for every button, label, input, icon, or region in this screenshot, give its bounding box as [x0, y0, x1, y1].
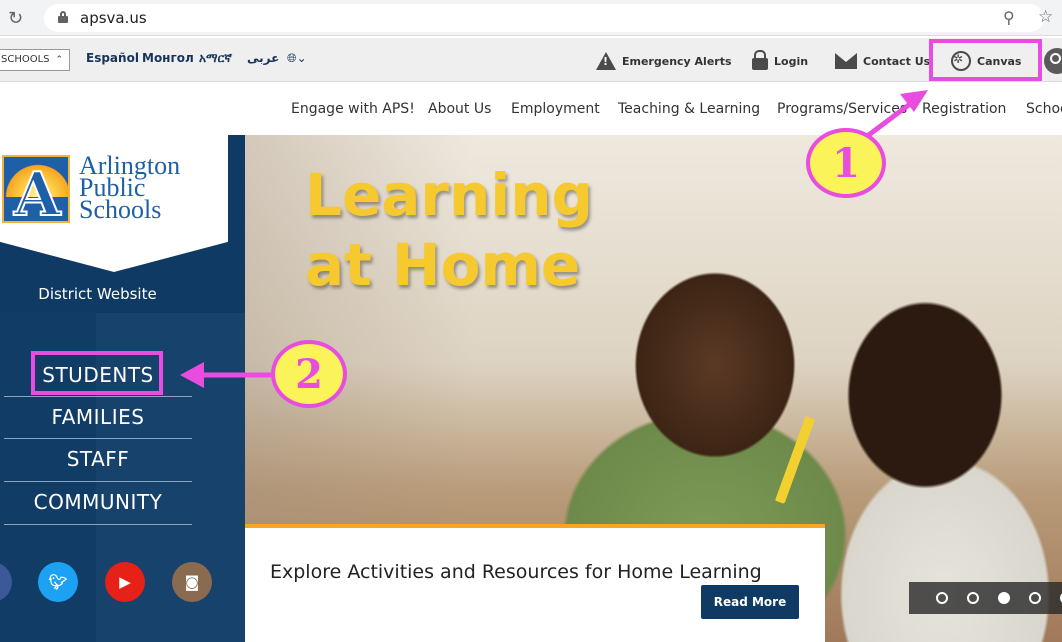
students-highlight-box: [31, 351, 163, 395]
twitter-icon[interactable]: 🐦︎: [38, 562, 78, 602]
carousel-dot-4[interactable]: [1029, 592, 1041, 604]
divider: [4, 438, 192, 439]
logo-line-3: Schools: [79, 195, 162, 224]
nav-registration[interactable]: Registration: [922, 101, 1006, 117]
lang-espanol[interactable]: Español: [86, 51, 139, 65]
instagram-icon[interactable]: ◙: [172, 562, 212, 602]
lang-mongolian[interactable]: Монгол: [142, 51, 194, 65]
chevron-up-icon: ⌃: [55, 55, 64, 65]
login-link[interactable]: Login: [752, 49, 808, 73]
mail-icon: [835, 53, 857, 69]
zoom-icon[interactable]: ⚲: [1003, 8, 1015, 27]
hero-title-line-1: Learning: [305, 161, 594, 229]
address-bar[interactable]: apsva.us: [44, 4, 1044, 32]
login-label: Login: [774, 54, 809, 68]
schools-label: SCHOOLS: [1, 54, 50, 65]
sidebar-item-families[interactable]: FAMILIES: [4, 405, 192, 429]
hero-banner[interactable]: Learning at Home Explore Activities and …: [245, 135, 1062, 642]
contact-us-link[interactable]: Contact Us: [835, 49, 930, 73]
logo-letter: A: [13, 160, 62, 223]
lang-arabic[interactable]: عربى: [247, 51, 279, 65]
carousel-dot-2[interactable]: [967, 592, 979, 604]
bookmark-star-icon[interactable]: ☆: [1038, 7, 1053, 27]
carousel-dot-1[interactable]: [936, 592, 948, 604]
lock-open-icon: [752, 50, 768, 70]
utility-bar: SCHOOLS ⌃ Español Монгол አማርኛ عربى 🌐︎⌄ Em…: [0, 38, 1062, 82]
youtube-icon[interactable]: ▶: [105, 562, 145, 602]
sidebar-item-staff[interactable]: STAFF: [4, 447, 192, 471]
reload-icon[interactable]: ↻: [8, 8, 23, 29]
canvas-highlight-box: [929, 39, 1042, 81]
logo-wordmark: Arlington Public Schools: [79, 153, 180, 224]
annotation-callout-1: 1: [806, 128, 886, 198]
sidebar-item-community[interactable]: COMMUNITY: [4, 490, 192, 514]
emergency-alerts-label: Emergency Alerts: [622, 54, 732, 68]
globe-language-icon[interactable]: 🌐︎⌄: [287, 51, 307, 66]
read-more-button[interactable]: Read More: [701, 585, 799, 619]
divider: [4, 524, 192, 525]
nav-teaching-learning[interactable]: Teaching & Learning: [618, 101, 760, 117]
hero-caption-card: Explore Activities and Resources for Hom…: [245, 524, 825, 642]
schools-dropdown[interactable]: SCHOOLS ⌃: [0, 49, 71, 71]
sidebar: A Arlington Public Schools District Webs…: [0, 135, 245, 642]
divider: [4, 396, 192, 397]
annotation-callout-2: 2: [271, 340, 347, 408]
divider: [4, 481, 192, 482]
emergency-alerts-link[interactable]: Emergency Alerts: [596, 49, 732, 73]
pencil-image: [774, 416, 816, 504]
hero-caption[interactable]: Explore Activities and Resources for Hom…: [270, 561, 762, 583]
aps-logo-icon: A: [2, 155, 70, 223]
carousel-indicators: [909, 582, 1062, 614]
url-text[interactable]: apsva.us: [80, 9, 147, 27]
nav-engage[interactable]: Engage with APS!: [291, 101, 415, 117]
carousel-dot-3[interactable]: [998, 592, 1010, 604]
alert-icon: [596, 52, 616, 70]
aps-logo-card[interactable]: A Arlington Public Schools: [0, 135, 228, 272]
nav-programs-services[interactable]: Programs/Services: [777, 101, 907, 117]
hero-title-line-2: at Home: [305, 231, 581, 299]
hero-title: Learning at Home: [305, 160, 593, 300]
contact-us-label: Contact Us: [863, 54, 931, 68]
search-icon[interactable]: [1044, 48, 1062, 74]
nav-employment[interactable]: Employment: [511, 101, 600, 117]
nav-schools[interactable]: Schoo: [1026, 101, 1062, 117]
lock-icon: [58, 11, 68, 23]
lang-amharic[interactable]: አማርኛ: [199, 51, 232, 66]
browser-toolbar: ↻ apsva.us ⚲ ☆: [0, 0, 1062, 36]
nav-about-us[interactable]: About Us: [428, 101, 491, 117]
district-website-link[interactable]: District Website: [0, 285, 195, 303]
main-navigation: Engage with APS! About Us Employment Tea…: [0, 83, 1062, 135]
